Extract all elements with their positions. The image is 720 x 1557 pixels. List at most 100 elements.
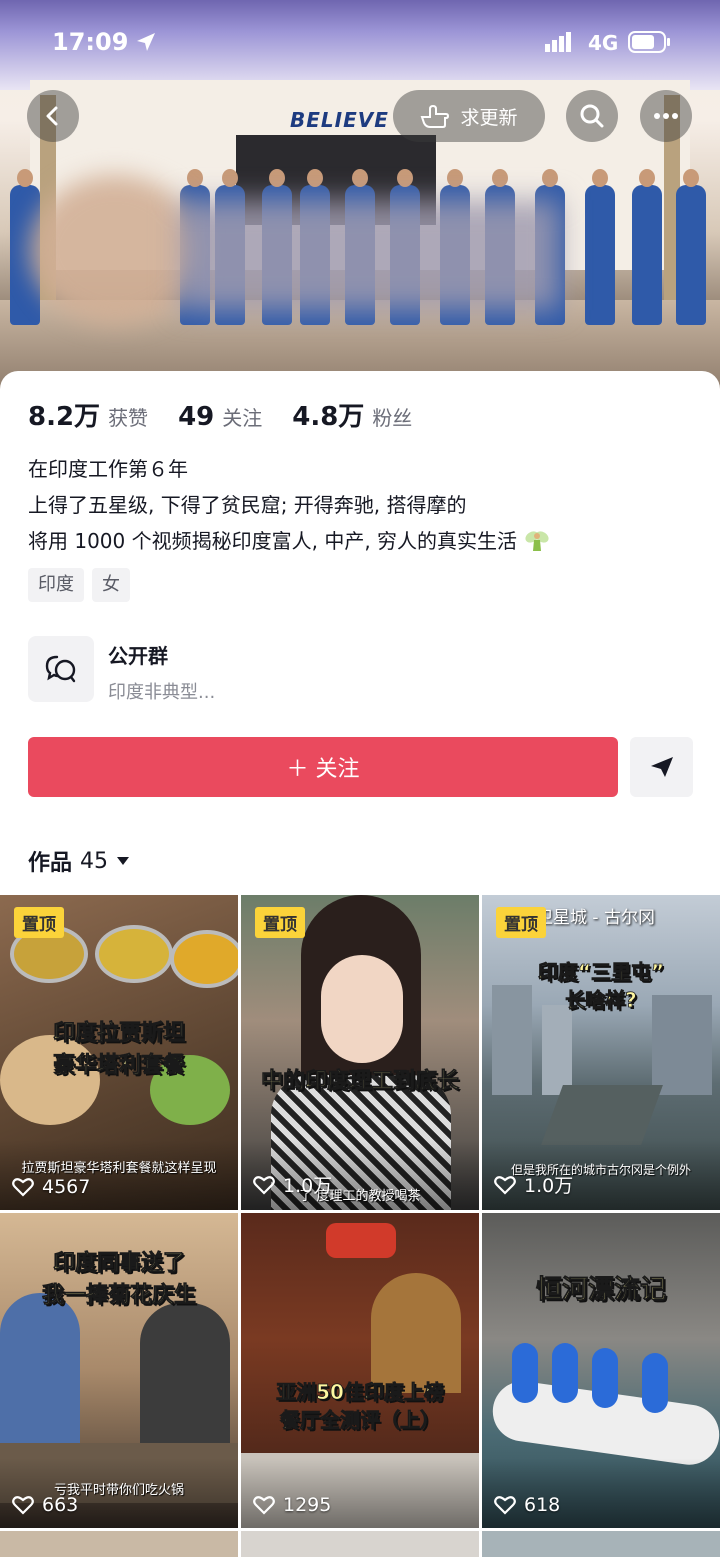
heart-icon: [253, 1496, 275, 1515]
banner-wall-text: BELIEVE: [290, 108, 389, 132]
video-caption: 恒河漂流记: [535, 1275, 667, 1306]
video-caption: 长啥样?: [565, 988, 637, 1013]
building-image: [542, 1005, 572, 1095]
person-image: [642, 1353, 668, 1413]
request-update-button[interactable]: 求更新: [393, 90, 545, 142]
group-chat-button[interactable]: [28, 636, 94, 702]
more-button[interactable]: [640, 90, 692, 142]
send-icon: [650, 757, 673, 777]
video-caption: 印度拉贾斯坦: [52, 1021, 186, 1047]
like-count-value: 1295: [283, 1494, 332, 1516]
person-image: [592, 1348, 618, 1408]
likes-label: 获赞: [108, 406, 149, 430]
like-count-value: 4567: [42, 1176, 91, 1198]
video-caption: 豪华塔利套餐: [52, 1053, 186, 1079]
video-subtitle: 拉贾斯坦豪华塔利套餐就这样呈现: [21, 1161, 217, 1176]
video-caption: 亚洲50佳印度上榜: [276, 1380, 445, 1405]
video-card[interactable]: 亚洲50佳印度上榜 餐厅全测评（上） 1295: [241, 1213, 479, 1528]
like-count: 1295: [253, 1494, 331, 1516]
network-type: 4G: [588, 31, 619, 55]
tag-location: 印度: [28, 568, 84, 602]
video-card[interactable]: 德里卫星城 - 古尔冈 置顶 印度“三里屯” 长啥样? 但是我所在的城市古尔冈是…: [482, 895, 720, 1210]
heart-icon: [253, 1175, 275, 1195]
dish-image: [95, 925, 173, 983]
fairy-emoji-icon: [525, 531, 549, 551]
works-label: 作品: [28, 851, 73, 876]
following-count[interactable]: 49: [178, 402, 214, 432]
person-image: [552, 1343, 578, 1403]
video-card[interactable]: 印度同事送了 我一捧菊花庆生 亏我平时带你们吃火锅 663: [0, 1213, 238, 1528]
follow-button[interactable]: ＋ 关注: [28, 737, 618, 797]
heart-icon: [12, 1178, 34, 1197]
group-title[interactable]: 公开群: [108, 640, 168, 669]
like-count: 618: [494, 1494, 560, 1516]
location-arrow-icon: [137, 33, 155, 51]
chat-bubbles-icon: [45, 655, 76, 683]
followers-count[interactable]: 4.8万: [292, 396, 364, 433]
banner-blur: [180, 200, 560, 310]
arch-image: [371, 1273, 461, 1393]
back-button[interactable]: [27, 90, 79, 142]
banner-person: [632, 169, 662, 325]
like-count: 663: [12, 1494, 78, 1516]
like-count-value: 618: [524, 1494, 561, 1516]
group-subtitle: 印度非典型...: [108, 682, 216, 703]
profile-banner: BELIEVE: [0, 0, 720, 400]
works-tab[interactable]: 作品 45: [28, 845, 130, 877]
card-shade: [241, 1458, 479, 1528]
video-caption: 餐厅全测评（上）: [280, 1408, 441, 1433]
pinned-badge: 置顶: [255, 907, 305, 938]
request-update-label: 求更新: [460, 106, 518, 129]
video-caption: 印度“三里屯”: [537, 960, 665, 985]
more-dots-icon: [654, 113, 678, 119]
video-card[interactable]: 置顶 印度拉贾斯坦 豪华塔利套餐 拉贾斯坦豪华塔利套餐就这样呈现 4567: [0, 895, 238, 1210]
heart-icon: [12, 1496, 34, 1515]
works-count: 45: [80, 848, 109, 874]
video-card[interactable]: 置顶 中的印度理工到底长 了 度理工的教授喝茶 1.0万: [241, 895, 479, 1210]
video-card[interactable]: [241, 1531, 479, 1557]
search-icon: [580, 104, 604, 128]
profile-stats: 8.2万 获赞 49 关注 4.8万 粉丝: [28, 396, 442, 433]
bio-line-3: 将用 1000 个视频揭秘印度富人, 中产, 穷人的真实生活: [28, 523, 551, 559]
bio-line: 在印度工作第６年: [28, 457, 188, 481]
like-count: 4567: [12, 1176, 90, 1198]
person-face: [321, 955, 403, 1063]
following-label[interactable]: 关注: [222, 402, 262, 431]
avatar-blurred: [30, 175, 200, 325]
bio-line: 将用 1000 个视频揭秘印度富人, 中产, 穷人的真实生活: [28, 529, 518, 553]
heart-icon: [494, 1175, 516, 1195]
person-image: [140, 1303, 230, 1443]
person-image: [512, 1343, 538, 1403]
video-card[interactable]: 恒河漂流记 618: [482, 1213, 720, 1528]
share-button[interactable]: [630, 737, 693, 797]
pinned-badge: 置顶: [496, 907, 546, 938]
lantern-image: [326, 1223, 396, 1258]
likes-count: 8.2万: [28, 402, 101, 432]
video-caption: 中的印度理工到底长: [260, 1069, 460, 1095]
caret-down-icon: [117, 857, 130, 865]
like-count: 1.0万: [494, 1171, 573, 1198]
like-count-value: 1.0万: [524, 1175, 574, 1197]
video-card[interactable]: [482, 1531, 720, 1557]
followers-label[interactable]: 粉丝: [372, 402, 412, 431]
like-count: 1.0万: [253, 1171, 332, 1198]
banner-person: [676, 169, 706, 325]
battery-icon: [628, 31, 670, 53]
card-shade: [482, 1458, 720, 1528]
like-count-value: 663: [42, 1494, 79, 1516]
road-image: [541, 1085, 663, 1145]
status-time: 17:09: [52, 28, 129, 56]
chevron-left-icon: [46, 106, 58, 126]
video-card[interactable]: [0, 1531, 238, 1557]
bio-line: 上得了五星级, 下得了贫民窟; 开得奔驰, 搭得摩的: [28, 493, 467, 517]
tag-gender: 女: [92, 568, 130, 602]
search-button[interactable]: [566, 90, 618, 142]
signal-icon: [545, 32, 571, 52]
video-caption: 我一捧菊花庆生: [41, 1283, 197, 1309]
follow-label: ＋ 关注: [286, 757, 360, 782]
pointing-hand-icon: [421, 104, 450, 128]
banner-person: [585, 169, 615, 325]
like-count-value: 1.0万: [283, 1175, 333, 1197]
pinned-badge: 置顶: [14, 907, 64, 938]
video-caption: 印度同事送了: [52, 1251, 186, 1277]
